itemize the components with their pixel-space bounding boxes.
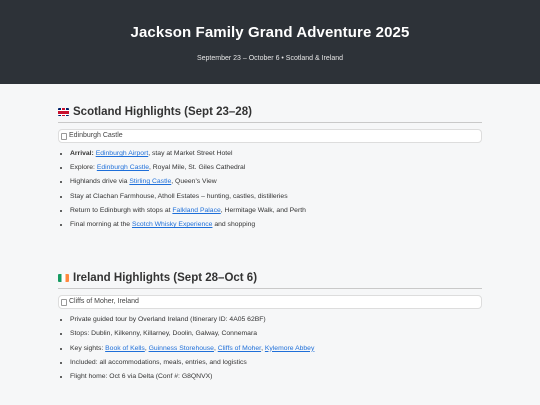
scotland-heading: Scotland Highlights (Sept 23–28) — [58, 106, 482, 123]
guinness-storehouse-link[interactable]: Guinness Storehouse — [149, 345, 214, 352]
scotch-whisky-experience-link[interactable]: Scotch Whisky Experience — [132, 221, 212, 228]
edinburgh-castle-image: Edinburgh Castle — [58, 129, 482, 143]
stirling-castle-link[interactable]: Stirling Castle — [129, 178, 171, 185]
trip-dates-subtitle: September 23 – October 6 • Scotland & Ir… — [196, 55, 344, 62]
broken-image-icon — [61, 132, 67, 140]
ireland-heading: Ireland Highlights (Sept 28–Oct 6) — [58, 272, 482, 290]
list-item: Flight home: Oct 6 via Delta (Conf #: G8… — [70, 370, 482, 384]
broken-image-icon — [61, 298, 67, 306]
image-alt-text: Cliffs of Moher, Ireland — [69, 298, 139, 306]
list-item: Return to Edinburgh with stops at Falkla… — [70, 204, 482, 218]
ireland-heading-text: Ireland Highlights (Sept 28–Oct 6) — [73, 272, 258, 285]
list-item: Final morning at the Scotch Whisky Exper… — [70, 218, 482, 232]
cliffs-of-moher-image: Cliffs of Moher, Ireland — [58, 295, 482, 310]
list-item: Arrival: Edinburgh Airport, stay at Mark… — [70, 147, 482, 161]
list-item: Highlands drive via Stirling Castle, Que… — [70, 175, 482, 189]
ireland-section: Ireland Highlights (Sept 28–Oct 6) Cliff… — [58, 232, 482, 384]
scotland-list: Arrival: Edinburgh Airport, stay at Mark… — [58, 147, 482, 232]
list-item: Explore: Edinburgh Castle, Royal Mile, S… — [70, 161, 482, 175]
page-title: Jackson Family Grand Adventure 2025 — [130, 24, 410, 41]
cliffs-of-moher-link[interactable]: Cliffs of Moher — [218, 345, 261, 352]
list-item: Key sights: Book of Kells, Guinness Stor… — [70, 342, 482, 356]
list-item: Stay at Clachan Farmhouse, Atholl Estate… — [70, 190, 482, 204]
list-item: Included: all accommodations, meals, ent… — [70, 356, 482, 370]
book-of-kells-link[interactable]: Book of Kells — [105, 345, 145, 352]
edinburgh-airport-link[interactable]: Edinburgh Airport — [96, 150, 149, 157]
falkland-palace-link[interactable]: Falkland Palace — [172, 207, 220, 214]
main-content: Scotland Highlights (Sept 23–28) Edinbur… — [0, 84, 540, 384]
list-item: Private guided tour by Overland Ireland … — [70, 313, 482, 327]
list-item: Stops: Dublin, Kilkenny, Killarney, Dool… — [70, 327, 482, 341]
kylemore-abbey-link[interactable]: Kylemore Abbey — [265, 345, 315, 352]
arrival-label: Arrival: — [70, 150, 94, 157]
uk-flag-icon — [58, 108, 69, 116]
image-alt-text: Edinburgh Castle — [69, 132, 123, 139]
edinburgh-castle-link[interactable]: Edinburgh Castle — [97, 164, 149, 171]
ireland-flag-icon — [58, 274, 69, 283]
scotland-section: Scotland Highlights (Sept 23–28) Edinbur… — [58, 84, 482, 232]
page-header: Jackson Family Grand Adventure 2025 Sept… — [0, 0, 540, 84]
ireland-list: Private guided tour by Overland Ireland … — [58, 313, 482, 384]
scotland-heading-text: Scotland Highlights (Sept 23–28) — [73, 106, 252, 118]
